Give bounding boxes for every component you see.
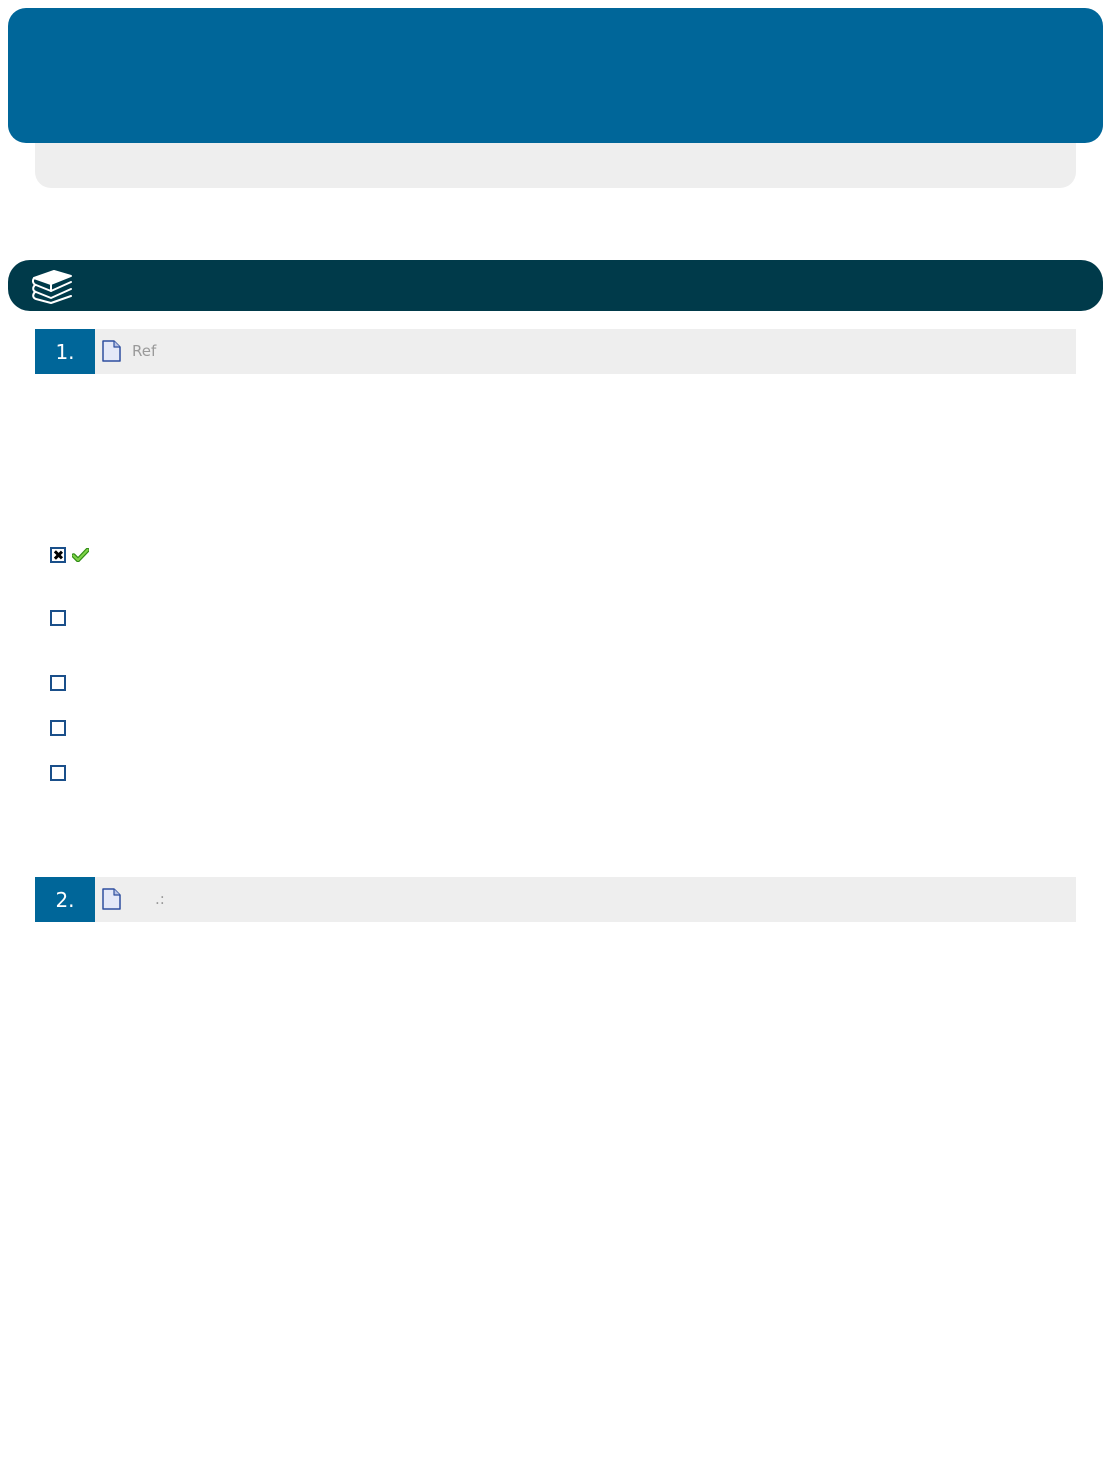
question-text: .: (155, 890, 165, 908)
question-1-header: 1. Ref (35, 329, 1076, 374)
checkbox-checked[interactable] (50, 547, 66, 563)
answer-option-3[interactable] (50, 675, 250, 695)
question-number: 1. (35, 329, 95, 374)
checkbox[interactable] (50, 675, 66, 691)
books-stack-icon (31, 270, 72, 304)
checkbox[interactable] (50, 765, 66, 781)
answer-option-5[interactable] (50, 765, 250, 785)
checkbox[interactable] (50, 720, 66, 736)
page-header (8, 8, 1103, 143)
correct-check-icon (72, 548, 89, 562)
document-icon (102, 888, 121, 910)
document-icon (102, 340, 121, 362)
section-bar (8, 260, 1103, 311)
question-text: Ref (132, 342, 157, 360)
question-2-header: 2. .: (35, 877, 1076, 922)
checkbox[interactable] (50, 610, 66, 626)
page-header-subbar (35, 143, 1076, 188)
question-number: 2. (35, 877, 95, 922)
answer-option-4[interactable] (50, 720, 250, 740)
answer-option-1[interactable] (50, 547, 250, 567)
answer-option-2[interactable] (50, 610, 250, 630)
